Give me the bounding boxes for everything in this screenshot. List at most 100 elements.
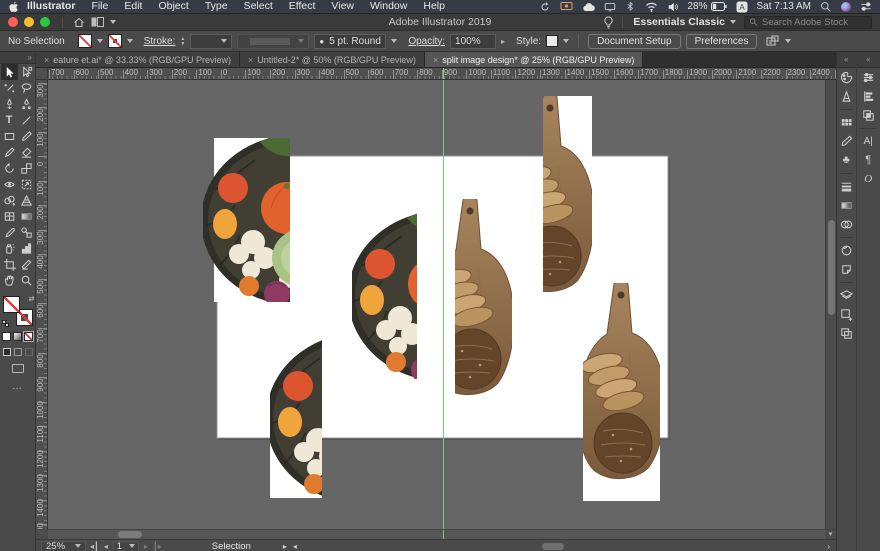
panel-artboards-button[interactable] [837, 305, 856, 324]
stroke-swatch[interactable] [108, 34, 122, 48]
panel-transparency-button[interactable] [837, 215, 856, 234]
scroll-left-arrow-icon[interactable]: ◂ [293, 542, 297, 551]
gradient-tool[interactable] [18, 208, 35, 224]
panel-paragraph-button[interactable]: ¶ [857, 151, 880, 170]
status-wifi[interactable] [645, 2, 658, 12]
symbol-sprayer-tool[interactable] [1, 240, 18, 256]
fill-chevron-icon[interactable] [97, 39, 103, 43]
dock-expand-button-1[interactable]: « [837, 52, 856, 68]
pen-tool[interactable] [1, 96, 18, 112]
panel-swatches-button[interactable] [837, 113, 856, 132]
fill-color-well[interactable] [3, 296, 20, 313]
vertical-scrollbar[interactable] [825, 80, 836, 529]
artboard-number-field[interactable]: 1 [113, 541, 139, 551]
magic-wand-tool[interactable] [1, 80, 18, 96]
panel-symbols-button[interactable]: ♣ [837, 151, 856, 170]
tab-close-icon[interactable]: × [44, 55, 49, 65]
horizontal-ruler[interactable]: 7006005004003002001000100200300400500600… [48, 68, 836, 80]
minimize-window-button[interactable] [24, 17, 34, 27]
screen-mode-button[interactable] [12, 364, 24, 373]
default-fill-stroke-icon[interactable] [2, 320, 9, 327]
eyedropper-tool[interactable] [1, 224, 18, 240]
style-swatch[interactable] [546, 35, 558, 47]
next-artboard-button[interactable]: ▸ [144, 542, 148, 551]
color-button[interactable] [2, 332, 11, 341]
swap-fill-stroke-icon[interactable]: ⇄ [29, 295, 35, 303]
rectangle-tool[interactable] [1, 128, 18, 144]
lightbulb-icon[interactable] [603, 16, 614, 29]
apple-icon[interactable] [8, 1, 19, 13]
scroll-right-arrow-icon[interactable]: ▸ [283, 542, 287, 551]
first-artboard-button[interactable]: ◂┃ [90, 542, 99, 551]
type-tool[interactable]: T [1, 112, 18, 128]
width-tool[interactable] [1, 176, 18, 192]
document-tab-2[interactable]: ×Untitled-2* @ 50% (RGB/GPU Preview) [240, 52, 425, 67]
edit-toolbar-ellipsis[interactable]: … [12, 381, 23, 392]
tab-close-icon[interactable]: × [433, 55, 438, 65]
ruler-origin-corner[interactable] [36, 68, 48, 80]
status-cloud[interactable] [582, 2, 595, 12]
draw-normal-button[interactable] [3, 348, 11, 356]
menu-file[interactable]: File [83, 0, 116, 13]
curvature-tool[interactable] [18, 96, 35, 112]
panel-character-button[interactable]: A| [857, 132, 880, 151]
brush-definition-dropdown[interactable]: ● 5 pt. Round [314, 34, 386, 49]
home-icon[interactable] [73, 17, 85, 28]
lasso-tool[interactable] [18, 80, 35, 96]
status-input-source[interactable]: A [736, 1, 748, 13]
stroke-weight-stepper[interactable]: ▲▼ [180, 34, 185, 49]
draw-behind-button[interactable] [14, 348, 22, 356]
tab-close-icon[interactable]: × [248, 55, 253, 65]
menu-effect[interactable]: Effect [281, 0, 324, 13]
status-clock[interactable]: Sat 7:13 AM [757, 1, 811, 12]
panel-layers-button[interactable] [837, 286, 856, 305]
menu-illustrator[interactable]: Illustrator [19, 0, 83, 13]
selection-tool[interactable] [1, 64, 18, 80]
eraser-tool[interactable] [18, 144, 35, 160]
paintbrush-tool[interactable] [18, 128, 35, 144]
search-input[interactable] [762, 17, 867, 28]
panel-color-button[interactable] [837, 68, 856, 87]
scroll-end-arrow-icon[interactable]: › [827, 542, 834, 551]
close-window-button[interactable] [8, 17, 18, 27]
panel-appearance-button[interactable] [837, 241, 856, 260]
opacity-expand-icon[interactable]: ▸ [501, 37, 505, 46]
perspective-grid-tool[interactable] [18, 192, 35, 208]
menu-view[interactable]: View [323, 0, 362, 13]
line-segment-tool[interactable] [18, 112, 35, 128]
panel-opentype-button[interactable]: O [857, 170, 880, 189]
bread-piece-bottom[interactable] [578, 281, 665, 501]
zoom-level-dropdown[interactable]: 25% [41, 541, 86, 551]
panel-options-chevron-icon[interactable] [785, 39, 791, 43]
stroke-chevron-icon[interactable] [127, 39, 133, 43]
draw-inside-button[interactable] [25, 348, 33, 356]
dock-expand-button-2[interactable]: « [857, 52, 880, 68]
brush-chevron-icon[interactable] [391, 39, 397, 43]
gradient-button[interactable] [13, 332, 22, 341]
canvas-viewport[interactable] [48, 80, 825, 529]
status-display[interactable] [604, 1, 616, 13]
slice-tool[interactable] [18, 256, 35, 272]
panel-graphic-styles-button[interactable] [837, 260, 856, 279]
statusbar-scroll-track[interactable] [305, 541, 819, 551]
panel-brushes-button[interactable] [837, 132, 856, 151]
zoom-tool[interactable] [18, 272, 35, 288]
statusbar-scroll-thumb[interactable] [542, 543, 564, 550]
document-tab-1[interactable]: ×eature et.ai* @ 33.33% (RGB/GPU Preview… [36, 52, 240, 67]
status-bluetooth[interactable] [625, 1, 636, 12]
blend-tool[interactable] [18, 224, 35, 240]
scroll-down-arrow-icon[interactable]: ▾ [825, 530, 836, 539]
panel-options-icon[interactable] [766, 35, 780, 47]
status-siri[interactable] [841, 2, 851, 12]
panel-properties-button[interactable] [857, 68, 880, 87]
status-display[interactable]: Selection [212, 541, 251, 551]
status-control-center[interactable] [860, 1, 872, 13]
previous-artboard-button[interactable]: ◂ [104, 542, 108, 551]
vertical-scrollbar-thumb[interactable] [828, 220, 835, 315]
horizontal-scrollbar-thumb[interactable] [118, 531, 142, 538]
status-battery[interactable]: 28% [688, 1, 727, 12]
document-tab-3[interactable]: ×split image design* @ 25% (RGB/GPU Prev… [425, 52, 643, 67]
direct-selection-tool[interactable] [18, 64, 35, 80]
menu-edit[interactable]: Edit [116, 0, 150, 13]
stroke-weight-chevron-icon[interactable] [221, 39, 227, 43]
